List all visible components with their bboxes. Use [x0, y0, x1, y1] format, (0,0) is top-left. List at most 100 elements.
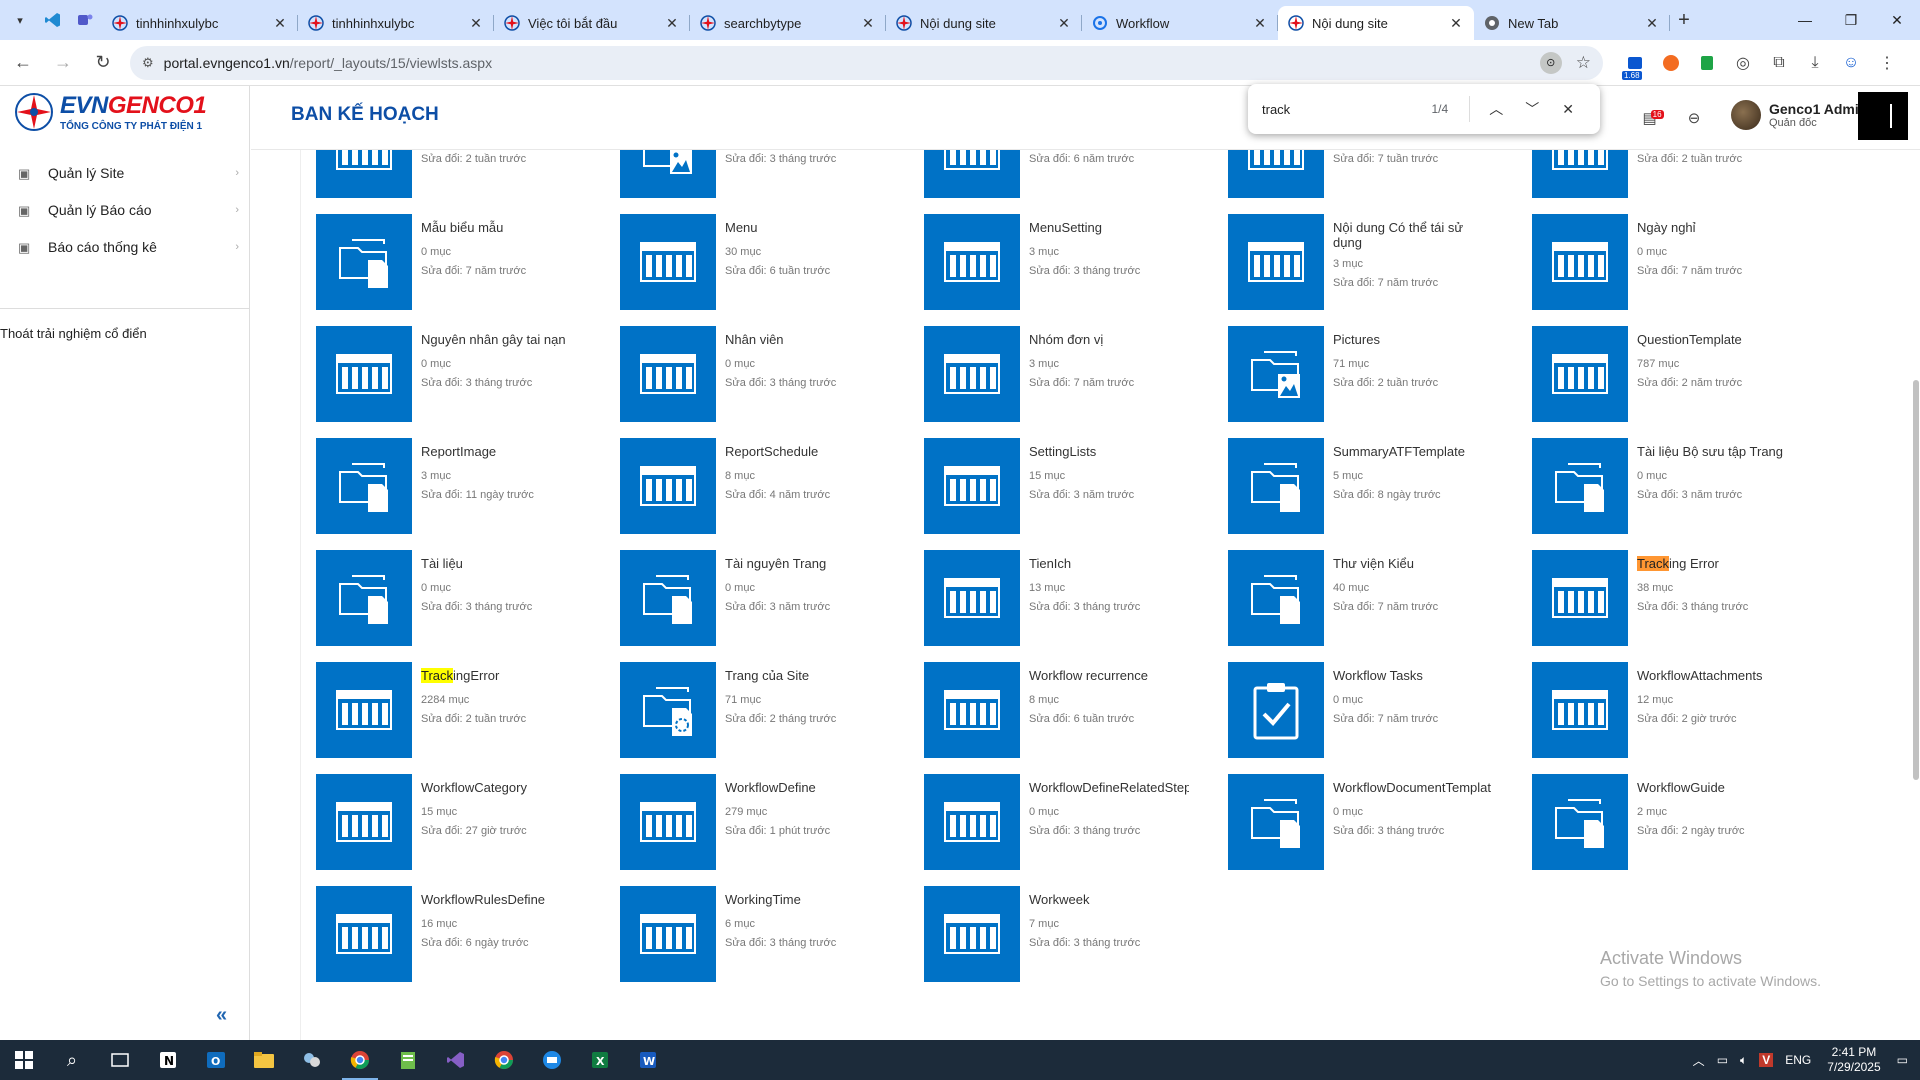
notepad-icon[interactable] [384, 1040, 432, 1080]
page-title[interactable]: BAN KẾ HOẠCH [291, 104, 439, 126]
site-content-tile[interactable]: Lãnh đạo0 mụcSửa đổi: 6 năm trước [924, 150, 1224, 202]
site-content-tile[interactable]: Nội dung Có thể tái sử dụng 3 mục Sửa đổi:… [1228, 214, 1528, 314]
exit-classic-link[interactable]: Thoát trải nghiệm cổ điển [0, 326, 147, 341]
list-icon[interactable] [620, 886, 716, 982]
tile-title[interactable]: WorkingTime [725, 892, 885, 907]
tile-title[interactable]: Workweek [1029, 892, 1189, 907]
clock[interactable]: 2:41 PM 7/29/2025 [1827, 1045, 1880, 1075]
tile-title[interactable]: Menu [725, 220, 885, 235]
browser-tab[interactable]: tinhhinhxulybc ✕ [102, 6, 298, 40]
find-previous-icon[interactable]: ︿ [1478, 99, 1514, 119]
task-view-icon[interactable] [96, 1040, 144, 1080]
browser-tab[interactable]: tinhhinhxulybc ✕ [298, 6, 494, 40]
orange-extension-icon[interactable] [1658, 50, 1684, 76]
close-tab-icon[interactable]: ✕ [1644, 15, 1660, 32]
teams-pinned-icon[interactable] [74, 9, 96, 31]
browser-tab[interactable]: Workflow ✕ [1082, 6, 1278, 40]
tile-title[interactable]: Trang của Site [725, 668, 885, 683]
file-explorer-icon[interactable] [240, 1040, 288, 1080]
language-indicator[interactable]: ENG [1785, 1053, 1811, 1067]
scrollbar-thumb[interactable] [1913, 380, 1919, 780]
browser-tab[interactable]: Việc tôi bắt đầu ✕ [494, 6, 690, 40]
tile-title[interactable]: Tài nguyên Trang [725, 556, 885, 571]
document-library-icon[interactable] [316, 438, 412, 534]
site-content-tile[interactable]: SummaryATFTemplate 5 mục Sửa đổi: 8 ngày t… [1228, 438, 1528, 538]
site-pages-icon[interactable] [620, 662, 716, 758]
site-content-tile[interactable]: QuestionTemplate 787 mục Sửa đổi: 2 năm tr… [1532, 326, 1832, 426]
notification-center-icon[interactable]: ▭ [1897, 1053, 1908, 1067]
site-content-tile[interactable]: Mẫu biểu mẫu 0 mục Sửa đổi: 7 năm trước [316, 214, 616, 314]
site-content-tile[interactable]: Tài nguyên Trang 0 mục Sửa đổi: 3 năm trướ… [620, 550, 920, 650]
list-icon[interactable] [1228, 150, 1324, 198]
document-library-icon[interactable] [316, 550, 412, 646]
tile-title[interactable]: WorkflowRulesDefine [421, 892, 581, 907]
site-content-tile[interactable]: ReportSchedule 8 mục Sửa đổi: 4 năm trước [620, 438, 920, 538]
list-icon[interactable] [1532, 662, 1628, 758]
site-content-tile[interactable]: Loaibienban1 mụcSửa đổi: 7 tuần trước [1228, 150, 1528, 202]
left-nav-item[interactable]: ▣ Quản lý Báo cáo › [0, 191, 249, 228]
tile-title[interactable]: Nội dung Có thể tái sử dụng [1333, 220, 1493, 250]
list-icon[interactable] [620, 326, 716, 422]
downloads-icon[interactable]: ⤓ [1802, 50, 1828, 76]
document-library-icon[interactable] [1532, 774, 1628, 870]
list-icon[interactable] [924, 326, 1020, 422]
list-icon[interactable] [924, 774, 1020, 870]
tile-title[interactable]: Tài liệu Bộ sưu tập Trang [1637, 444, 1797, 459]
app-icon[interactable] [288, 1040, 336, 1080]
find-next-icon[interactable]: ﹀ [1514, 99, 1550, 119]
site-content-tile[interactable]: MailTemplate59 mụcSửa đổi: 2 tuần trước [1532, 150, 1832, 202]
tile-title[interactable]: Workflow recurrence [1029, 668, 1189, 683]
search-icon[interactable]: ⌕ [48, 1040, 96, 1080]
site-content-tile[interactable]: WorkflowRulesDefine 16 mục Sửa đổi: 6 ngày… [316, 886, 616, 986]
list-icon[interactable] [1532, 550, 1628, 646]
list-icon[interactable] [620, 214, 716, 310]
tile-title[interactable]: SummaryATFTemplate [1333, 444, 1493, 459]
list-icon[interactable] [924, 886, 1020, 982]
reload-icon[interactable]: ↻ [86, 46, 120, 80]
left-nav-item[interactable]: ▣ Quản lý Site › [0, 154, 249, 191]
close-tab-icon[interactable]: ✕ [468, 15, 484, 32]
site-content-tile[interactable]: ReportImage 3 mục Sửa đổi: 11 ngày trước [316, 438, 616, 538]
tile-title[interactable]: Mẫu biểu mẫu [421, 220, 581, 235]
chrome-menu-icon[interactable]: ⋮ [1874, 50, 1900, 76]
list-icon[interactable] [924, 150, 1020, 198]
list-icon[interactable] [316, 326, 412, 422]
evngenco1-logo[interactable]: EVNGENCO1 TỔNG CÔNG TY PHÁT ĐIỆN 1 [14, 92, 207, 132]
volume-icon[interactable]: 🔈︎ [1740, 1053, 1747, 1068]
tile-title[interactable]: WorkflowGuide [1637, 780, 1797, 795]
tray-chevron-icon[interactable]: ︿ [1693, 1052, 1705, 1069]
find-input[interactable]: track [1262, 102, 1431, 117]
list-icon[interactable] [1228, 214, 1324, 310]
close-tab-icon[interactable]: ✕ [664, 15, 680, 32]
site-content-tile[interactable]: WorkingTime 6 mục Sửa đổi: 3 tháng trước [620, 886, 920, 986]
address-bar[interactable]: ⚙ portal.evngenco1.vn/report/_layouts/15… [130, 45, 1603, 80]
tile-title[interactable]: WorkflowAttachments [1637, 668, 1797, 683]
site-content-tile[interactable]: WorkflowCategory 15 mục Sửa đổi: 27 giờ tr… [316, 774, 616, 874]
picture-library-icon[interactable] [620, 150, 716, 198]
browser-tab[interactable]: Nội dung site ✕ [886, 6, 1082, 40]
tile-title[interactable]: Nguyên nhân gây tai nạn [421, 332, 581, 347]
browser-tab[interactable]: New Tab ✕ [1474, 6, 1670, 40]
list-icon[interactable] [1532, 214, 1628, 310]
vpn-extension-icon[interactable]: ◎ [1730, 50, 1756, 76]
tile-title[interactable]: Nhân viên [725, 332, 885, 347]
find-close-icon[interactable]: ✕ [1550, 101, 1586, 118]
chrome-taskbar-icon[interactable] [336, 1040, 384, 1080]
tile-title[interactable]: ReportImage [421, 444, 581, 459]
left-nav-item[interactable]: ▣ Báo cáo thống kê › [0, 228, 249, 265]
site-content-tile[interactable]: MenuSetting 3 mục Sửa đổi: 3 tháng trước [924, 214, 1224, 314]
site-content-tile[interactable]: Tài liệu Bộ sưu tập Trang 0 mục Sửa đổi: 3… [1532, 438, 1832, 538]
network-icon[interactable]: ▭ [1717, 1053, 1728, 1067]
extensions-puzzle-icon[interactable]: ⧉ [1766, 50, 1792, 76]
tile-title[interactable]: Ngày nghỉ [1637, 220, 1797, 235]
list-icon[interactable] [620, 438, 716, 534]
site-info-icon[interactable]: ⚙ [142, 55, 154, 71]
site-content-tile[interactable]: Nhóm đơn vị 3 mục Sửa đổi: 7 năm trước [924, 326, 1224, 426]
lens-icon[interactable]: ⊙ [1539, 51, 1562, 74]
close-tab-icon[interactable]: ✕ [272, 15, 288, 32]
page-scrollbar[interactable] [1912, 150, 1920, 1040]
minimize-icon[interactable]: — [1782, 0, 1828, 40]
site-content-tile[interactable]: Nguyên nhân gây tai nạn 0 mục Sửa đổi: 3 t… [316, 326, 616, 426]
user-menu[interactable]: Genco1 Admin Quản đốc [1731, 100, 1867, 130]
profile-icon[interactable]: ☺ [1838, 50, 1864, 76]
